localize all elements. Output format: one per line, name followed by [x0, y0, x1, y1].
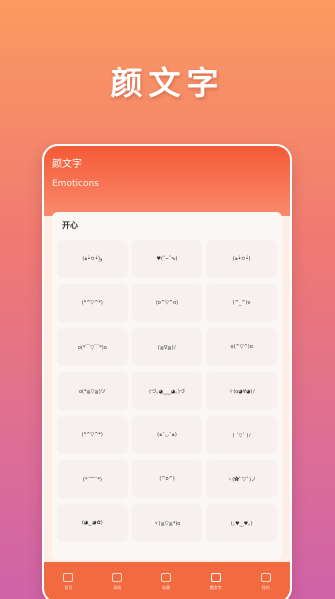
home-icon: [63, 573, 74, 582]
emoticon-item[interactable]: o(*≧▽≦)ツ: [58, 373, 127, 409]
emoticon-item[interactable]: (o^▽^o): [132, 285, 202, 321]
user-icon: [260, 573, 271, 582]
tab-emoticons[interactable]: 颜文字: [210, 573, 222, 591]
phone-header: 颜文字 Emoticons: [44, 146, 290, 216]
text-icon: [210, 573, 221, 582]
tab-label: 收藏: [161, 585, 170, 590]
tab-label: 我的: [261, 585, 270, 590]
tab-emoji[interactable]: 表情: [112, 573, 123, 591]
face-icon: [112, 573, 123, 582]
tab-label: 表情: [113, 585, 122, 590]
tab-favorites[interactable]: 收藏: [160, 573, 171, 591]
emoticon-item[interactable]: (◕‿◕✿): [58, 505, 127, 541]
hero-title: 颜文字: [110, 64, 225, 102]
emoticon-item[interactable]: (๑¯◡¯๑): [132, 417, 202, 453]
tab-label: 颜文字: [209, 585, 222, 590]
tab-label: 首页: [64, 585, 73, 590]
phone-mockup: 颜文字 Emoticons 开心 (๑•̀ㅂ•́)و ♥(ˆ⌣ˆԅ) (๑•̀ㅂ…: [42, 144, 292, 599]
section-title: 开心: [62, 221, 78, 230]
emoticon-card: 开心 (๑•̀ㅂ•́)و ♥(ˆ⌣ˆԅ) (๑•̀ㅂ•́) (*^▽^*) (o…: [52, 212, 282, 560]
page-subtitle: Emoticons: [52, 179, 99, 189]
emoticon-item[interactable]: (≧∇≦)ﾉ: [132, 329, 202, 365]
emoticon-item[interactable]: ♥(ˆ⌣ˆԅ): [132, 241, 202, 277]
emoticon-item[interactable]: (｡♥‿♥｡): [207, 505, 276, 541]
emoticon-item[interactable]: (^_^)v: [207, 285, 276, 321]
emoticon-item[interactable]: (*^▽^*): [58, 285, 127, 321]
tab-home[interactable]: 首页: [63, 573, 74, 591]
emoticon-item[interactable]: o(^▽^)o: [207, 329, 276, 365]
emoticon-item[interactable]: (๑•̀ㅂ•́): [207, 241, 276, 277]
page-title: 颜文字: [52, 159, 82, 170]
emoticon-item[interactable]: (*^▽^*): [58, 417, 127, 453]
emoticon-item[interactable]: (*¯︶¯*): [58, 461, 127, 497]
emoticon-item[interactable]: ヽ(✿ﾟ▽ﾟ)ノ: [207, 461, 276, 497]
emoticon-item[interactable]: o(*￣▽￣*)o: [58, 329, 127, 365]
bottom-tab-bar: 首页 表情 收藏 颜文字 我的: [44, 562, 290, 599]
emoticon-item[interactable]: (づ｡◕‿‿◕｡)づ: [132, 373, 202, 409]
star-icon: [160, 573, 171, 582]
tab-profile[interactable]: 我的: [260, 573, 271, 591]
emoticon-item[interactable]: (๑•̀ㅂ•́)و: [58, 241, 127, 277]
emoticon-grid: (๑•̀ㅂ•́)و ♥(ˆ⌣ˆԅ) (๑•̀ㅂ•́) (*^▽^*) (o^▽^…: [58, 241, 276, 541]
emoticon-item[interactable]: ヾ(≧▽≦*)o: [132, 505, 202, 541]
emoticon-item[interactable]: ( ´▽` )ﾉ: [207, 417, 276, 453]
emoticon-item[interactable]: ヾ(o◕∀◕)ﾉ: [207, 373, 276, 409]
emoticon-item[interactable]: (^o^): [132, 461, 202, 497]
